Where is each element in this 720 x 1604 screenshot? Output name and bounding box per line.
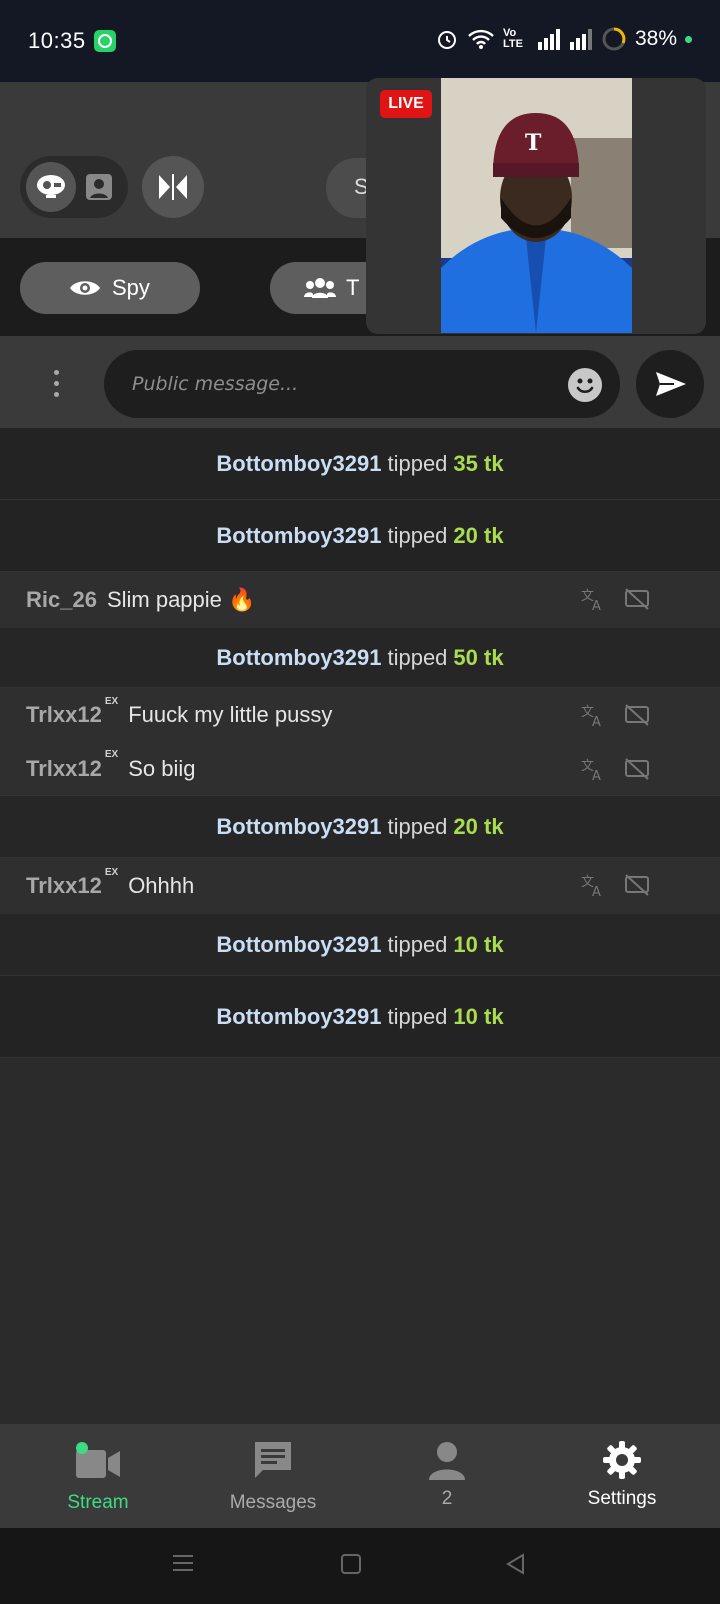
svg-text:T: T [525,130,542,156]
back-icon[interactable] [504,1553,526,1575]
chat-message: Trlxx12 EX Ohhhh 文A [0,858,720,914]
battery-percent: 38% [634,27,677,50]
status-bar: 10:35 Vo LTE 38% [0,0,720,82]
public-message-input[interactable] [104,350,620,418]
battery-ring-icon [602,27,626,51]
svg-text:A: A [592,769,601,782]
live-badge: LIVE [380,90,432,118]
user-badge: EX [104,695,119,707]
tip-row: Bottomboy3291 tipped 20 tk [0,796,720,858]
message-text: Fuuck my little pussy [128,702,333,727]
bottom-navigation: Stream Messages 2 Settings [0,1424,720,1528]
hide-message-icon[interactable] [624,702,650,728]
chat-feed: Bottomboy3291 tipped 35 tk Bottomboy3291… [0,428,720,1058]
tip-verb: tipped [387,1003,448,1029]
signal-icon-1 [537,29,560,50]
portrait-icon[interactable] [84,172,114,202]
tip-amount: 20 tk [453,522,504,548]
tip-user[interactable]: Bottomboy3291 [216,1004,381,1030]
translate-icon[interactable]: 文A [580,702,606,728]
tip-amount: 10 tk [453,931,504,957]
nav-messages-label: Messages [229,1492,317,1513]
nav-stream[interactable]: Stream [8,1424,188,1528]
tip-verb: tipped [387,931,448,957]
tip-user[interactable]: Bottomboy3291 [216,645,381,671]
status-time: 10:35 [28,28,86,53]
message-text: Ohhhh [128,873,195,898]
tip-amount: 20 tk [453,813,504,839]
home-icon[interactable] [340,1553,362,1575]
tip-verb: tipped [387,644,448,670]
emoji-icon[interactable] [568,368,602,402]
tip-row: Bottomboy3291 tipped 35 tk [0,428,720,500]
tip-amount: 35 tk [453,450,504,476]
nav-stream-label: Stream [67,1492,129,1513]
message-user[interactable]: Ric_26 [26,587,97,613]
tip-amount: 10 tk [453,1003,504,1029]
message-text: So biig [128,755,196,781]
nav-messages[interactable]: Messages [183,1424,363,1528]
tip-row: Bottomboy3291 tipped 20 tk [0,500,720,572]
signal-icon-2 [569,29,592,50]
tip-user[interactable]: Bottomboy3291 [216,523,381,549]
translate-icon[interactable]: 文A [580,872,606,898]
nav-settings-label: Settings [587,1488,657,1509]
nav-users[interactable]: 2 [357,1424,537,1528]
svg-text:A: A [592,599,601,612]
translate-icon[interactable]: 文A [580,586,606,612]
tip-amount: 50 tk [453,644,504,670]
messages-icon [255,1442,291,1478]
tip-verb: tipped [387,450,448,476]
send-icon [656,372,686,396]
gear-icon [603,1441,641,1479]
eye-icon [70,281,100,295]
message-user[interactable]: Trlxx12 [26,756,102,782]
message-text: Slim pappie 🔥 [106,587,256,612]
mirror-icon [159,174,187,200]
webcam-icon [37,175,65,198]
user-icon [429,1442,465,1480]
webcam-feed: T [441,78,632,333]
alarm-icon [437,31,456,49]
wifi-icon [468,29,494,49]
spy-chip[interactable]: Spy [20,262,200,314]
recents-icon[interactable] [172,1552,194,1574]
svg-text:A: A [592,885,601,898]
message-user[interactable]: Trlxx12 [26,702,102,728]
send-button[interactable] [636,350,704,418]
system-navigation-bar [0,1528,720,1604]
group-icon [304,278,336,298]
more-options-icon[interactable] [46,370,66,400]
svg-text:A: A [592,715,601,728]
t-label: T [346,275,360,300]
nav-users-count: 2 [441,1488,453,1509]
tip-row: Bottomboy3291 tipped 50 tk [0,628,720,688]
hide-message-icon[interactable] [624,586,650,612]
nav-settings[interactable]: Settings [532,1424,712,1528]
tip-verb: tipped [387,522,448,548]
privacy-dot [685,35,692,43]
tip-verb: tipped [387,813,448,839]
flip-camera-button[interactable] [142,156,204,218]
user-badge: EX [104,749,119,760]
tip-user[interactable]: Bottomboy3291 [216,814,381,840]
chat-message: Ric_26 Slim pappie 🔥 文A [0,572,720,628]
volte-label: Vo LTE [502,27,523,50]
tip-user[interactable]: Bottomboy3291 [216,932,381,958]
hide-message-icon[interactable] [624,872,650,898]
user-badge: EX [104,866,119,878]
whatsapp-notification-icon [94,30,116,52]
translate-icon[interactable]: 文A [580,756,606,782]
tip-row: Bottomboy3291 tipped 10 tk [0,914,720,976]
chat-message: Trlxx12 EX Fuuck my little pussy 文A [0,688,720,742]
tip-user[interactable]: Bottomboy3291 [216,451,381,477]
hide-message-icon[interactable] [624,756,650,782]
spy-label: Spy [112,275,150,300]
message-user[interactable]: Trlxx12 [26,873,102,899]
chat-message: Trlxx12 EX So biig 文A [0,742,720,796]
tip-row: Bottomboy3291 tipped 10 tk [0,976,720,1058]
video-camera-icon [76,1442,120,1478]
webcam-person-image: T [441,78,632,333]
